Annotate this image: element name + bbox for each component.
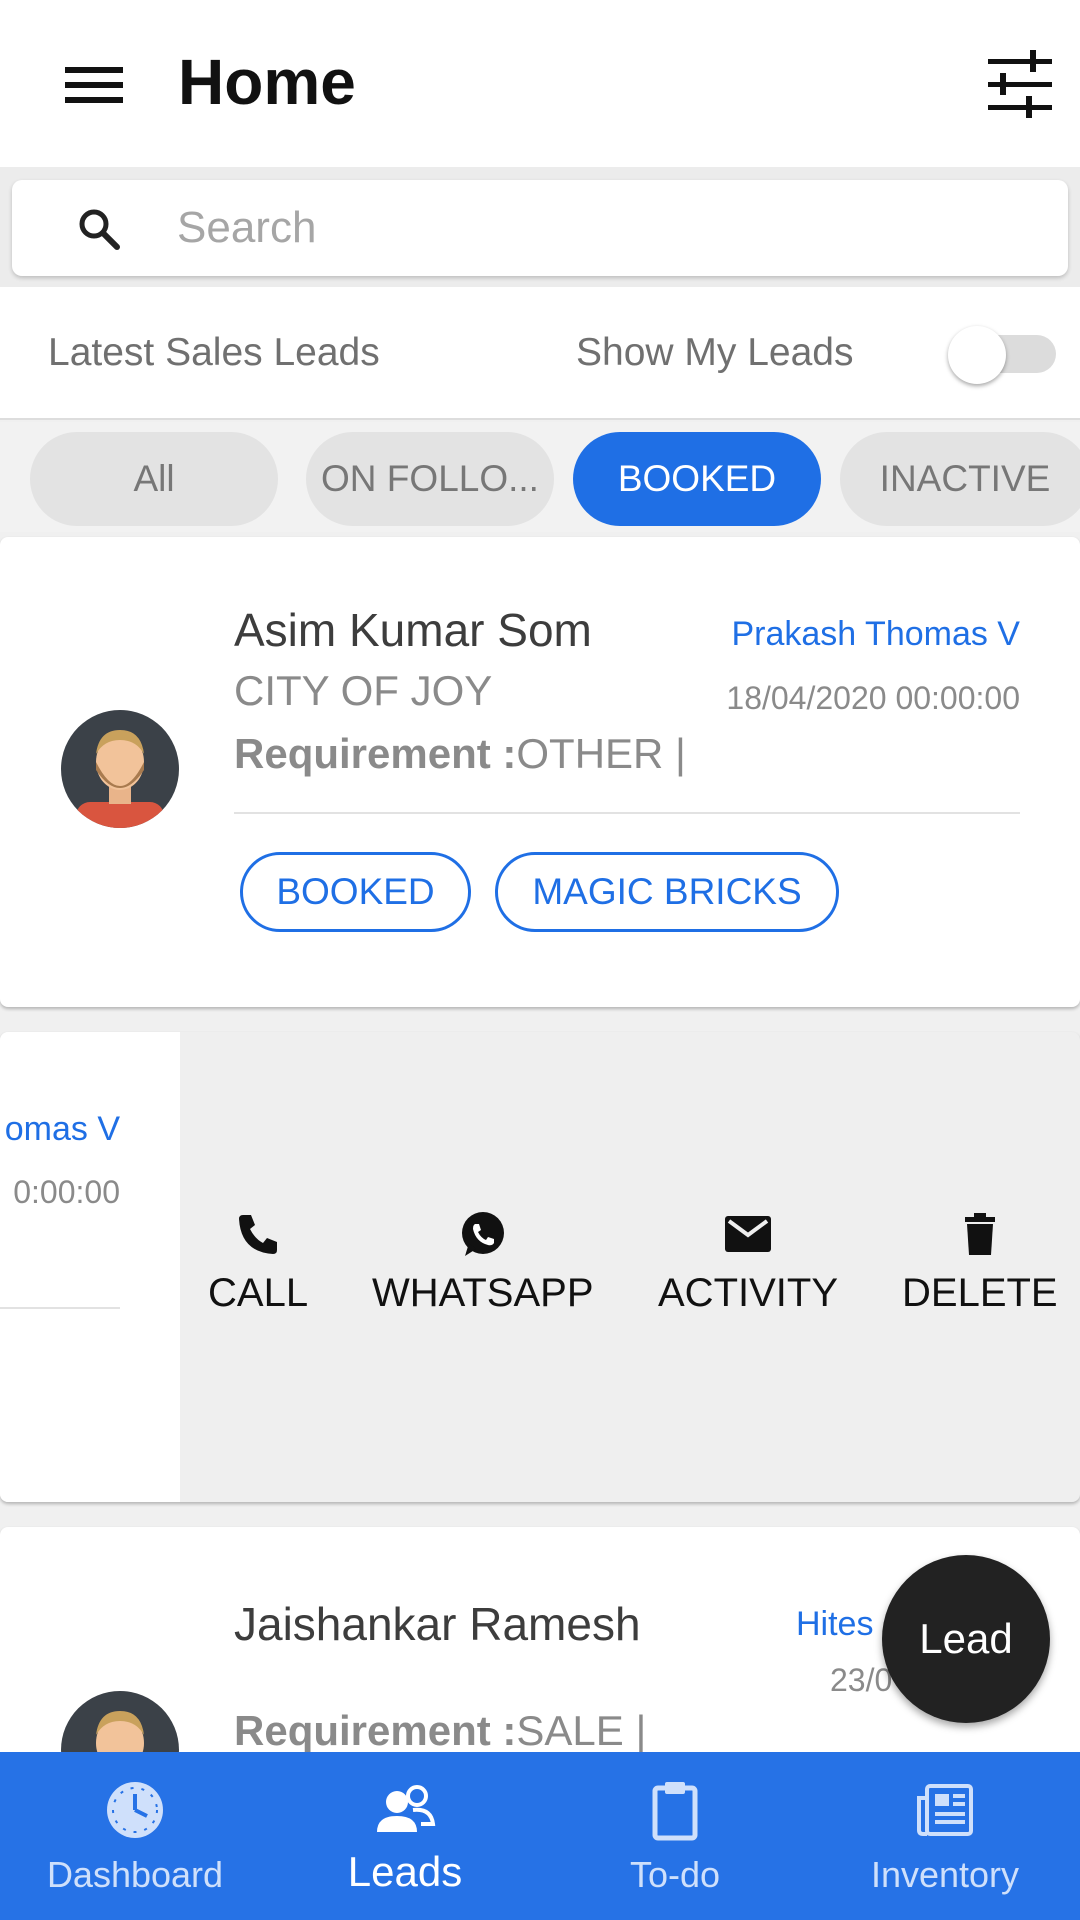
nav-dashboard[interactable]: Dashboard (0, 1752, 270, 1920)
nav-todo[interactable]: To-do (540, 1752, 810, 1920)
lead-date: 0:00:00 (13, 1174, 120, 1210)
search-icon (79, 209, 120, 250)
avatar (61, 710, 179, 828)
swiped-lead-card[interactable]: omas V 0:00:00 CALL WHATSAPP ACTIVITY DE… (0, 1032, 1080, 1502)
lead-assignee[interactable]: Hites (796, 1605, 873, 1644)
status-filter-chips: All ON FOLLO... BOOKED INACTIVE (0, 422, 1080, 532)
activity-label: ACTIVITY (658, 1271, 839, 1315)
app-bar: Home (0, 0, 1080, 167)
divider (234, 812, 1020, 814)
nav-label: Dashboard (46, 1854, 224, 1895)
whatsapp-icon (461, 1212, 504, 1256)
people-icon (377, 1785, 436, 1832)
bottom-navigation: Dashboard Leads To-do Inventory (0, 1752, 1080, 1920)
lead-date: 23/0 (830, 1662, 893, 1698)
tag-source: MAGIC BRICKS (495, 852, 839, 932)
delete-action[interactable]: DELETE (902, 1207, 1058, 1316)
nav-leads[interactable]: Leads (270, 1752, 540, 1920)
chip-all[interactable]: All (30, 432, 278, 526)
call-label: CALL (208, 1271, 309, 1315)
lead-card[interactable]: Asim Kumar Som Prakash Thomas V CITY OF … (0, 537, 1080, 1007)
search-bar (12, 180, 1068, 276)
toggle-thumb (948, 326, 1006, 384)
leads-header-bar: Latest Sales Leads Show My Leads (0, 287, 1080, 420)
activity-action[interactable]: ACTIVITY (658, 1207, 838, 1316)
requirement-label: Requirement : (234, 1707, 517, 1754)
call-action[interactable]: CALL (208, 1207, 308, 1316)
newspaper-icon (917, 1784, 973, 1836)
clipboard-icon (652, 1782, 698, 1841)
show-my-leads-label: Show My Leads (576, 331, 854, 374)
chip-on-follow[interactable]: ON FOLLO... (306, 432, 554, 526)
lead-assignee[interactable]: omas V (5, 1110, 120, 1149)
lead-card-front[interactable]: omas V 0:00:00 (0, 1032, 180, 1502)
lead-requirement: Requirement :SALE | (234, 1707, 646, 1755)
nav-label: Inventory (870, 1854, 1020, 1895)
trash-icon (964, 1213, 995, 1255)
lead-assignee[interactable]: Prakash Thomas V (731, 615, 1020, 654)
nav-inventory[interactable]: Inventory (810, 1752, 1080, 1920)
nav-label: Leads (347, 1848, 463, 1895)
dashboard-clock-icon (107, 1782, 163, 1838)
lead-date: 18/04/2020 00:00:00 (726, 680, 1020, 716)
lead-requirement: Requirement :OTHER | (234, 730, 686, 778)
requirement-value: SALE | (516, 1707, 647, 1754)
search-input[interactable] (177, 180, 1037, 276)
nav-label: To-do (629, 1854, 721, 1895)
divider (0, 1307, 120, 1309)
lead-city: CITY OF JOY (234, 667, 493, 714)
delete-label: DELETE (902, 1271, 1058, 1315)
latest-sales-leads-label: Latest Sales Leads (48, 331, 380, 374)
lead-name: Asim Kumar Som (234, 604, 592, 656)
requirement-label: Requirement : (234, 730, 517, 777)
mail-icon (725, 1216, 772, 1252)
requirement-value: OTHER | (516, 730, 686, 777)
whatsapp-action[interactable]: WHATSAPP (372, 1207, 594, 1316)
lead-name: Jaishankar Ramesh (234, 1598, 641, 1650)
chip-booked[interactable]: BOOKED (573, 432, 821, 526)
whatsapp-label: WHATSAPP (372, 1271, 594, 1315)
phone-icon (239, 1215, 278, 1254)
show-my-leads-toggle[interactable] (948, 326, 1056, 384)
sliders-filter-icon[interactable] (980, 45, 1060, 125)
tag-booked: BOOKED (240, 852, 471, 932)
hamburger-menu-icon[interactable] (55, 55, 133, 115)
chip-inactive[interactable]: INACTIVE (840, 432, 1080, 526)
add-lead-button[interactable]: Lead (882, 1555, 1050, 1723)
page-title: Home (178, 46, 356, 118)
